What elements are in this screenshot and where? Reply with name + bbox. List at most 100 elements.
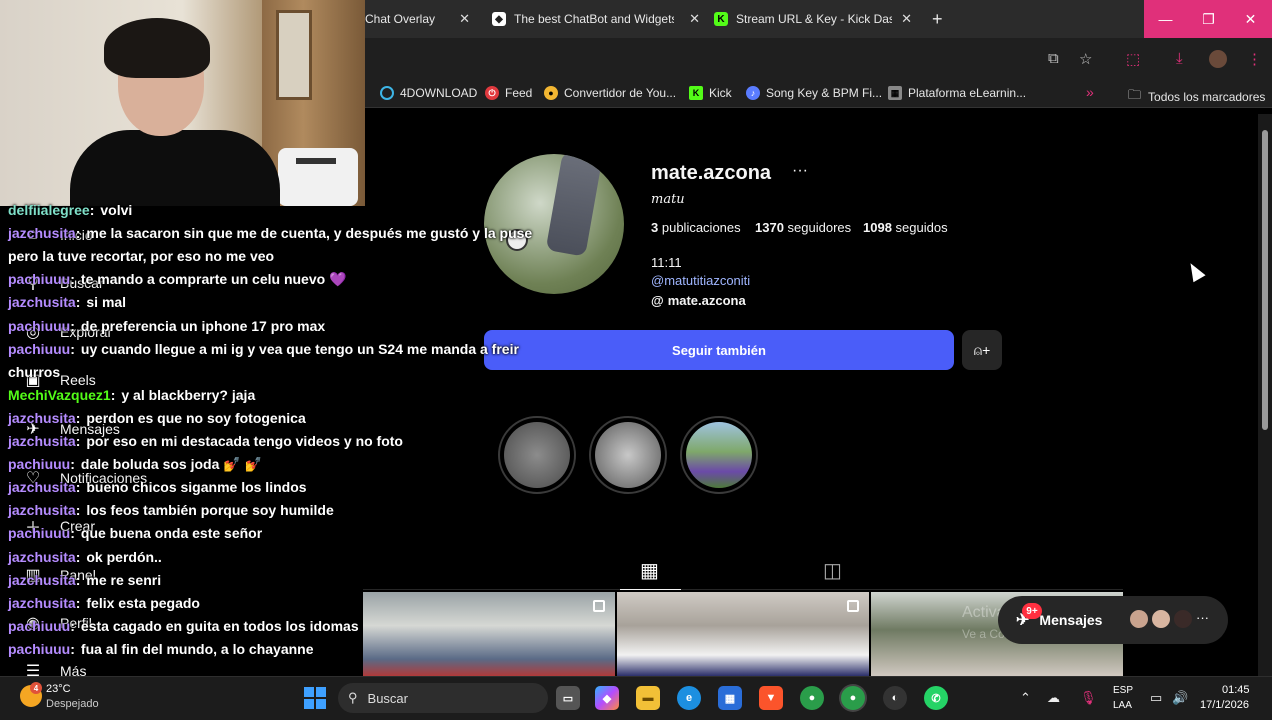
- bookmark-star-icon[interactable]: ☆: [1079, 50, 1092, 68]
- chrome-menu-icon[interactable]: ⋮: [1247, 50, 1262, 68]
- bio-mention-link[interactable]: @matutitiazconiti: [651, 273, 750, 288]
- chat-separator: :: [110, 387, 116, 403]
- tagged-tab-icon[interactable]: ◫: [823, 558, 842, 583]
- address-bar[interactable]: [320, 44, 1110, 74]
- chat-message: pachiuuu: fua al fin del mundo, a lo chay…: [8, 641, 314, 657]
- tab-chat-overlay[interactable]: Chat Overlay ✕: [365, 6, 470, 32]
- tray-overflow-icon[interactable]: ⌃: [1020, 690, 1031, 706]
- chat-separator: :: [75, 433, 81, 449]
- chat-message: pachiuuu: que buena onda este señor: [8, 525, 262, 541]
- chat-username: jazchusita: [8, 479, 76, 495]
- post-thumbnail[interactable]: [617, 592, 869, 676]
- file-explorer-icon[interactable]: ▬: [636, 686, 660, 710]
- story-highlight[interactable]: [680, 416, 758, 494]
- chat-text: si mal: [86, 294, 127, 310]
- bookmarks-overflow-button[interactable]: »: [1086, 84, 1094, 100]
- window-controls: — ❐ ✕: [1144, 0, 1272, 38]
- volume-icon[interactable]: 🔊: [1172, 690, 1188, 706]
- avatar: [1150, 608, 1172, 630]
- chat-username: jazchusita: [8, 410, 76, 426]
- extensions-icon[interactable]: ⬚: [1126, 50, 1140, 68]
- chat-message: pero la tuve recortar, por eso no me veo: [8, 248, 274, 264]
- all-bookmarks-folder[interactable]: 🗀 Todos los marcadores: [1128, 86, 1265, 108]
- threads-handle: mate.azcona: [667, 293, 746, 308]
- chat-text: esta cagado en guita en todos los idomas: [80, 618, 359, 634]
- chat-separator: :: [70, 525, 75, 541]
- m365-icon[interactable]: ◆: [595, 686, 619, 710]
- close-tab-icon[interactable]: ✕: [689, 11, 700, 27]
- bookmark-song-key[interactable]: ♪ Song Key & BPM Fi...: [746, 86, 882, 100]
- keyboard-layout[interactable]: LAA: [1113, 700, 1132, 711]
- messages-pill-label: Mensajes: [1039, 612, 1103, 628]
- bookmark-label: Plataforma eLearnin...: [908, 86, 1027, 100]
- tab-chatbot-widgets[interactable]: ◆ The best ChatBot and Widgets ✕: [492, 6, 700, 32]
- following-count[interactable]: 1098 seguidos: [863, 220, 948, 235]
- clock-date[interactable]: 17/1/2026: [1200, 699, 1249, 711]
- brave-icon[interactable]: ▼: [759, 686, 783, 710]
- tab-label: Chat Overlay: [365, 12, 436, 26]
- new-tab-button[interactable]: +: [932, 6, 952, 32]
- bookmark-kick[interactable]: K Kick: [689, 86, 732, 100]
- scrollbar-thumb[interactable]: [1262, 130, 1268, 430]
- chat-username: pachiuuu: [8, 341, 71, 357]
- obs-icon[interactable]: ◐: [883, 686, 907, 710]
- close-tab-icon[interactable]: ✕: [459, 11, 470, 27]
- following-label: seguidos: [895, 220, 948, 235]
- bookmark-label: Kick: [709, 86, 732, 100]
- chat-text: me re senri: [86, 572, 162, 588]
- weather-temperature[interactable]: 23°C: [46, 683, 71, 695]
- chat-text: y al blackberry? jaja: [121, 387, 256, 403]
- maximize-button[interactable]: ❐: [1187, 0, 1230, 38]
- whatsapp-icon[interactable]: ✆: [924, 686, 948, 710]
- chat-text: los feos también porque soy humilde: [86, 502, 334, 518]
- microphone-icon[interactable]: 🎙: [1080, 690, 1097, 706]
- chat-message: jazchusita: me la sacaron sin que me de c…: [8, 225, 532, 241]
- onedrive-icon[interactable]: ☁: [1047, 690, 1060, 706]
- windows-start-icon[interactable]: [304, 687, 326, 709]
- chat-username: jazchusita: [8, 595, 76, 611]
- bookmark-convertidor[interactable]: ● Convertidor de You...: [544, 86, 676, 100]
- chat-message: jazchusita: ok perdón..: [8, 549, 162, 565]
- posts-grid-tab-icon[interactable]: ▦: [640, 558, 659, 583]
- bookmark-label: 4DOWNLOAD: [400, 86, 478, 100]
- bookmark-4download[interactable]: 4DOWNLOAD: [380, 86, 477, 100]
- close-window-button[interactable]: ✕: [1229, 0, 1272, 38]
- webcam-overlay: [0, 0, 365, 206]
- input-language[interactable]: ESP: [1113, 685, 1133, 696]
- avatar: [1128, 608, 1150, 630]
- bookmark-feed[interactable]: ⏻ Feed: [485, 86, 532, 100]
- clock-time[interactable]: 01:45: [1222, 684, 1250, 696]
- suggested-users-button[interactable]: ⍝+: [962, 330, 1002, 370]
- edge-icon[interactable]: e: [677, 686, 701, 710]
- chat-message: jazchusita: si mal: [8, 294, 126, 310]
- threads-link[interactable]: @ mate.azcona: [651, 293, 746, 308]
- bookmark-elearning[interactable]: ▦ Plataforma eLearnin...: [888, 86, 1026, 100]
- profile-options-button[interactable]: ···: [792, 162, 808, 180]
- tab-kick-dashboard[interactable]: K Stream URL & Key - Kick Dashb ✕: [714, 6, 912, 32]
- page-scrollbar[interactable]: [1258, 114, 1272, 676]
- taskbar-search[interactable]: ⚲ Buscar: [338, 683, 548, 713]
- chat-separator: :: [75, 479, 81, 495]
- posts-label: publicaciones: [661, 220, 741, 235]
- task-view-icon[interactable]: ▭: [556, 686, 580, 710]
- followers-count[interactable]: 1370 seguidores: [755, 220, 851, 235]
- taskbar-search-placeholder: Buscar: [367, 690, 408, 706]
- chat-separator: :: [70, 271, 75, 287]
- weather-description[interactable]: Despejado: [46, 698, 99, 710]
- store-icon[interactable]: ▦: [718, 686, 742, 710]
- chat-text: de preferencia un iphone 17 pro max: [80, 318, 326, 334]
- weather-badge: 4: [30, 682, 42, 694]
- close-tab-icon[interactable]: ✕: [901, 11, 912, 27]
- network-icon[interactable]: ▭: [1150, 690, 1162, 706]
- chat-username: pachiuuu: [8, 456, 71, 472]
- chrome-active-icon[interactable]: ●: [841, 686, 865, 710]
- all-bookmarks-label: Todos los marcadores: [1148, 90, 1266, 104]
- chat-text: dale boluda sos joda 💅 💅: [80, 456, 263, 472]
- install-app-icon[interactable]: ⧉: [1048, 50, 1059, 67]
- download-icon[interactable]: ⤓: [1176, 50, 1183, 67]
- chrome-icon[interactable]: ●: [800, 686, 824, 710]
- minimize-button[interactable]: —: [1144, 0, 1187, 38]
- chat-username: pachiuuu: [8, 318, 71, 334]
- profile-avatar-icon[interactable]: [1209, 50, 1227, 68]
- webcam-fan-vent: [296, 158, 336, 164]
